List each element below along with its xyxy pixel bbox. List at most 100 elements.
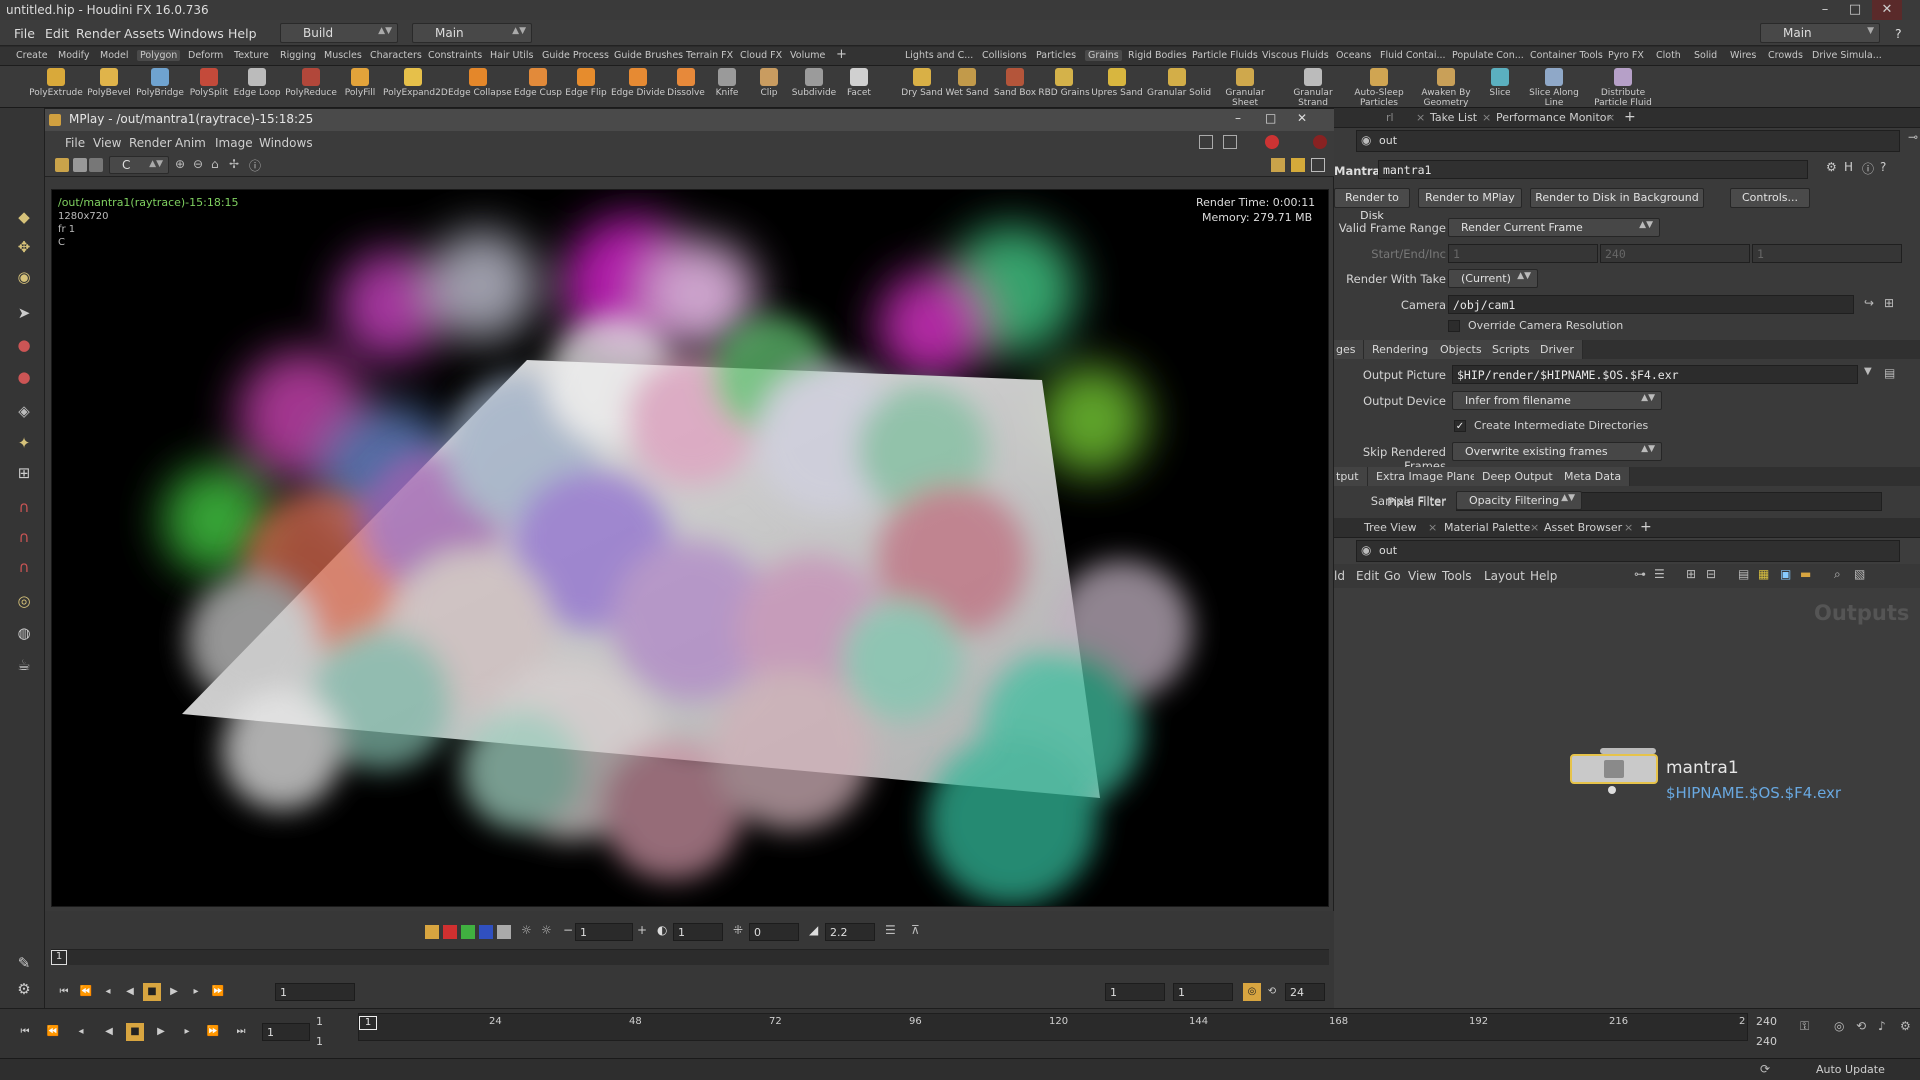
tab-tree-view[interactable]: Tree View (1364, 521, 1417, 534)
tool-polyexpand2d[interactable]: PolyExpand2D (383, 68, 448, 98)
override-resolution-checkbox[interactable] (1448, 320, 1460, 332)
tab-close-icon[interactable]: × (1530, 521, 1539, 534)
sample-filter-select[interactable]: Opacity Filtering ▲▼ (1456, 491, 1582, 510)
shelf-tab-rigid-bodies[interactable]: Rigid Bodies (1128, 50, 1187, 61)
alpha-channel-icon[interactable] (497, 925, 511, 939)
minimize-button[interactable]: – (1810, 0, 1840, 20)
view-icon[interactable]: ◈ (13, 402, 35, 424)
settings-icon[interactable]: ⚙ (1900, 1019, 1911, 1033)
end-frame-field[interactable]: 240 (1756, 1015, 1777, 1028)
desktop-select[interactable]: Build ▲▼ (280, 23, 398, 43)
camera-field[interactable]: /obj/cam1 (1448, 295, 1854, 314)
viewport-layout-select[interactable]: Main ▲▼ (412, 23, 532, 43)
shelf-tab-crowds[interactable]: Crowds (1768, 50, 1803, 61)
network-menu-layout[interactable]: Layout (1484, 569, 1525, 583)
tool-edge-loop[interactable]: Edge Loop (227, 68, 287, 98)
snap-icon[interactable]: ✦ (13, 434, 35, 456)
render-to-disk-button[interactable]: Render to Disk (1334, 188, 1410, 222)
tool-auto-sleep[interactable]: Auto-Sleep Particles (1351, 68, 1407, 108)
render-with-take-select[interactable]: (Current) ▲▼ (1448, 269, 1538, 288)
shelf-tab-rigging[interactable]: Rigging (280, 50, 316, 61)
step-forward-button[interactable]: ▸ (178, 1023, 196, 1041)
end-field[interactable]: 240 (1600, 244, 1750, 263)
magnet-icon[interactable]: ∩ (13, 498, 35, 520)
fullscreen-icon[interactable] (1311, 158, 1325, 172)
node-name-field[interactable]: mantra1 (1378, 160, 1808, 179)
grid-icon[interactable]: ⊞ (13, 464, 35, 486)
camera-icon[interactable]: ◎ (13, 592, 35, 614)
step-back-button[interactable]: ◂ (72, 1023, 90, 1041)
tool-polyextrude[interactable]: PolyExtrude (26, 68, 86, 98)
compare-icon[interactable] (1223, 135, 1237, 149)
rgb-icon[interactable] (425, 925, 439, 939)
skip-rendered-select[interactable]: Overwrite existing frames ▲▼ (1452, 442, 1662, 461)
stop-render-icon[interactable] (1265, 135, 1279, 149)
network-menu-edit[interactable]: Edit (1356, 569, 1379, 583)
key-icon[interactable]: ⚿ (1800, 1019, 1809, 1034)
tab-close-icon[interactable]: × (1482, 111, 1491, 124)
tool-polyfill[interactable]: PolyFill (330, 68, 390, 98)
add-tab-icon[interactable]: + (1640, 519, 1652, 535)
add-tab-icon[interactable]: + (1624, 109, 1636, 125)
shelf-tab-model[interactable]: Model (100, 50, 129, 61)
next-key-button[interactable]: ⏩ (209, 983, 227, 1001)
grid-icon[interactable]: ⊞ (1686, 567, 1696, 581)
gamma-icon[interactable]: ◢ (809, 923, 818, 937)
rotate-icon[interactable]: ◉ (13, 268, 35, 290)
search-icon[interactable]: ⌕ (1834, 567, 1841, 582)
tab-rendering[interactable]: Rendering (1364, 340, 1438, 359)
shelf-tab-constraints[interactable]: Constraints (428, 50, 482, 61)
shelf-tab-solid[interactable]: Solid (1694, 50, 1717, 61)
tab-parameters[interactable]: rl (1386, 111, 1394, 124)
output-picture-field[interactable]: $HIP/render/$HIPNAME.$OS.$F4.exr (1452, 365, 1858, 384)
play-reverse-button[interactable]: ◀ (100, 1023, 118, 1041)
info-icon[interactable]: ⓘ (249, 157, 261, 174)
menu-assets[interactable]: Assets (124, 26, 165, 41)
prev-key-button[interactable]: ⏪ (44, 1023, 62, 1041)
contrast-icon[interactable]: ◐ (657, 923, 667, 937)
shelf-tab-lights[interactable]: Lights and C... (905, 50, 973, 61)
move-icon[interactable]: ✥ (13, 238, 35, 260)
list-icon[interactable] (89, 158, 103, 172)
gear-icon[interactable]: ⚙ (1826, 160, 1837, 174)
network-menu-help[interactable]: Help (1530, 569, 1557, 583)
current-frame-field[interactable]: 1 (262, 1023, 310, 1041)
tab-close-icon[interactable]: × (1606, 111, 1615, 124)
render-viewport[interactable]: /out/mantra1(raytrace)-15:18:15 1280x720… (51, 189, 1329, 907)
guides-icon[interactable] (1271, 158, 1285, 172)
blue-channel-icon[interactable] (479, 925, 493, 939)
render-to-mplay-button[interactable]: Render to MPlay (1418, 188, 1522, 208)
tab-asset-browser[interactable]: Asset Browser (1544, 521, 1622, 534)
tab-close-icon[interactable]: × (1416, 111, 1425, 124)
green-channel-icon[interactable] (461, 925, 475, 939)
shelf-tab-modify[interactable]: Modify (58, 50, 89, 61)
exposure-icon[interactable]: ☼ (541, 923, 552, 937)
timeline-slider[interactable]: 1 24 48 72 96 120 144 168 192 216 2 (358, 1013, 1748, 1041)
subtab-output[interactable]: tput (1334, 467, 1368, 486)
layout-icon[interactable] (73, 158, 87, 172)
tab-scripts[interactable]: Scripts (1484, 340, 1539, 359)
shelf-tab-container-tools[interactable]: Container Tools (1530, 50, 1603, 61)
stop-button[interactable]: ■ (126, 1023, 144, 1041)
tool-upres-sand[interactable]: Upres Sand (1087, 68, 1147, 98)
select-icon[interactable]: ◆ (13, 208, 35, 230)
render-region-icon[interactable]: ◍ (13, 624, 35, 646)
mplay-menu-image[interactable]: Image (215, 136, 253, 150)
tab-driver[interactable]: Driver (1532, 340, 1583, 359)
menu-file[interactable]: File (14, 26, 35, 41)
play-reverse-button[interactable]: ◀ (121, 983, 139, 1001)
tab-material-palette[interactable]: Material Palette (1444, 521, 1530, 534)
subtab-deep-output[interactable]: Deep Output (1474, 467, 1562, 486)
range-start-field[interactable]: 1 (1105, 983, 1165, 1001)
zoom-in-icon[interactable]: ⊕ (175, 157, 185, 171)
help-icon[interactable]: ? (1895, 26, 1902, 41)
lut-field[interactable]: 0 (749, 923, 799, 941)
shelf-tab-oceans[interactable]: Oceans (1336, 50, 1371, 61)
fps-field[interactable]: 24 (1285, 983, 1325, 1001)
handle-icon[interactable]: ● (13, 336, 35, 358)
camera-select-icon[interactable]: ⊞ (1884, 296, 1894, 310)
histogram-icon[interactable]: ☰ (885, 923, 896, 937)
network-menu-view[interactable]: View (1408, 569, 1436, 583)
note-icon[interactable]: ▦ (1758, 567, 1769, 581)
shelf-tab-cloth[interactable]: Cloth (1656, 50, 1681, 61)
